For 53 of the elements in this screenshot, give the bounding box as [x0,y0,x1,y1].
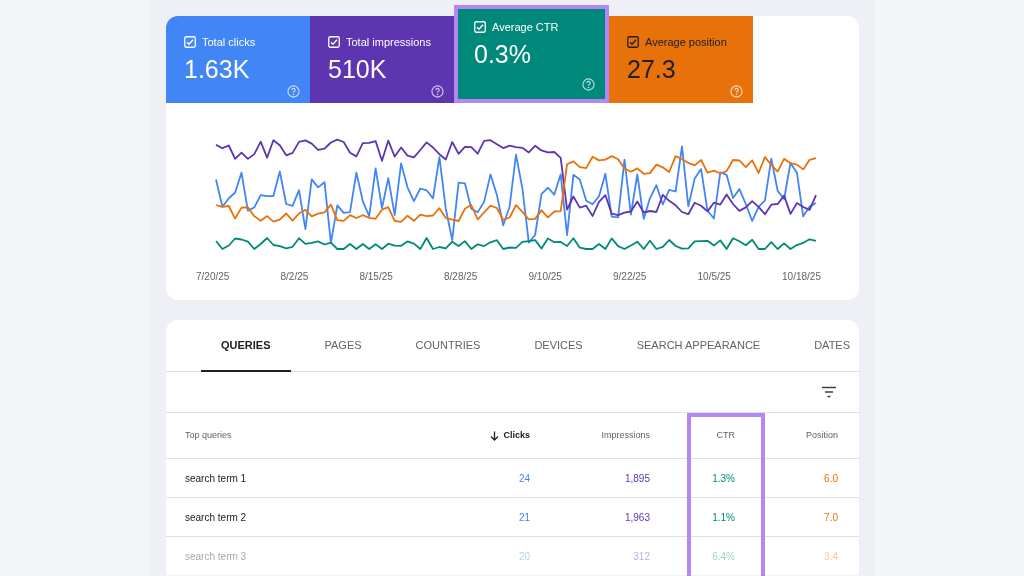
help-icon[interactable] [730,84,743,98]
date-label: 8/2/25 [280,270,309,284]
column-header[interactable]: Impressions [540,428,660,443]
metric-value: 27.3 [627,53,677,85]
table-cell-text: 6.4% [711,549,736,564]
table-cell-text: 3.4 [823,549,839,564]
filter-icon[interactable] [821,386,837,398]
table-cell-text: 1.1% [711,510,736,525]
help-icon[interactable] [431,84,444,98]
column-header[interactable]: CTR [687,428,765,443]
date-label: 9/22/25 [613,270,647,284]
column-header[interactable]: Clicks [440,428,540,443]
date-label: 9/10/25 [528,270,562,284]
table-cell-text: 20 [517,549,531,564]
tab[interactable]: COUNTRIES [395,320,501,372]
table-cell-text: 312 [632,549,651,564]
tab[interactable]: QUERIES [201,320,291,372]
metric-value: 0.3% [474,38,532,70]
tab[interactable]: DEVICES [514,320,603,372]
table-cell-text: search term 3 [184,549,248,564]
metric-tile[interactable]: Average CTR 0.3% [454,5,609,103]
help-icon[interactable] [287,84,300,98]
metric-value: 1.63K [184,53,251,85]
sort-down-icon [490,430,500,441]
table-cell-text: search term 1 [184,471,248,486]
metric-tile[interactable]: Total clicks 1.63K [166,16,310,103]
date-label: 8/28/25 [444,270,478,284]
table-cell-text: 21 [517,510,531,525]
tab[interactable]: PAGES [304,320,382,372]
date-label: 10/5/25 [697,270,731,284]
metric-label: Total clicks [202,35,256,50]
table-cell-text: search term 2 [184,510,248,525]
column-header[interactable]: Top queries [166,428,440,443]
tab[interactable]: DATES [794,320,871,372]
metric-label: Total impressions [346,35,431,50]
help-icon[interactable] [582,78,595,91]
table-cell-text: 1,895 [623,471,651,486]
date-label: 10/18/25 [782,270,821,284]
table-cell-text: 6.0 [823,471,839,486]
table-cell-text: 1.3% [711,471,736,486]
date-label: 7/20/25 [196,270,230,284]
metric-label: Average position [645,35,727,50]
table-cell-text: 1,963 [623,510,651,525]
date-label: 8/15/25 [359,270,393,284]
metric-label: Average CTR [492,20,559,35]
tab[interactable]: SEARCH APPEARANCE [616,320,781,372]
metric-tile[interactable]: Average position 27.3 [609,16,753,103]
table-cell-text: 7.0 [823,510,839,525]
column-header[interactable]: Position [765,428,857,443]
metric-value: 510K [328,53,388,85]
checkbox-icon[interactable] [627,36,639,49]
table-cell-text: 24 [517,471,531,486]
metric-tile[interactable]: Total impressions 510K [310,16,454,103]
